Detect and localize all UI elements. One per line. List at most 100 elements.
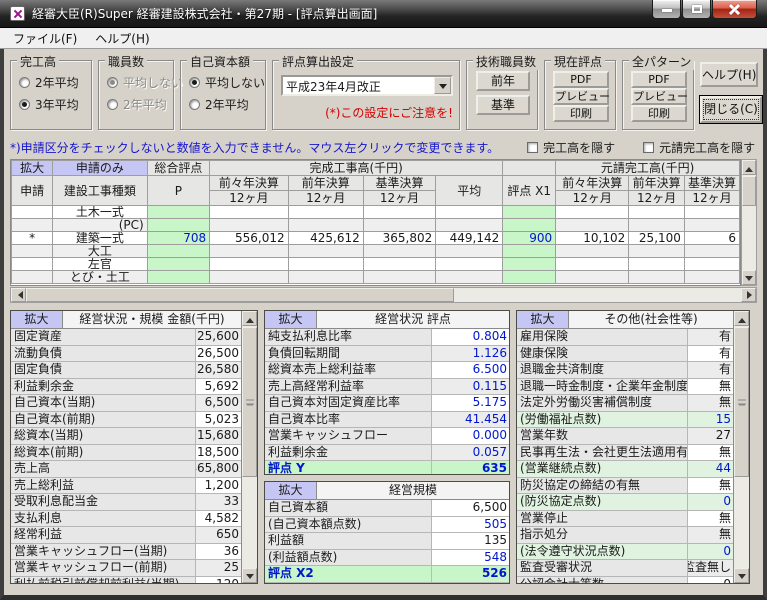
panel-row[interactable]: 退職金共済制度 有 (517, 362, 733, 379)
grid-cell-y2[interactable] (209, 205, 289, 219)
grid-cell-p[interactable] (146, 257, 211, 271)
panel-row[interactable]: 営業停止 無 (517, 510, 733, 527)
scroll-up-button[interactable] (242, 311, 257, 326)
panel-row[interactable]: 営業キャッシュフロー(当期) 36 (11, 543, 241, 560)
panel-row[interactable]: 自己資本額 6,500 (265, 500, 509, 517)
scroll-up-button[interactable] (742, 160, 756, 175)
panel-row[interactable]: 退職一時金制度・企業年金制度無 (517, 378, 733, 395)
grid-cell-base[interactable] (362, 244, 437, 258)
panel-row[interactable]: (自己資本額点数) 505 (265, 516, 509, 533)
panel-row[interactable]: 自己資本比率 41.454 (265, 411, 509, 428)
maximize-button[interactable] (682, 0, 711, 19)
panel-row[interactable]: 営業年数 27 (517, 428, 733, 445)
grid-cell-base[interactable]: 365,802 (362, 231, 437, 245)
grid-cell-type[interactable]: (PC) (52, 218, 148, 232)
scroll-down-button[interactable] (742, 270, 756, 285)
panel-row[interactable]: 負債回転期間 1.126 (265, 345, 509, 362)
grid-cell-py2[interactable] (555, 205, 630, 219)
grid-cell-apply[interactable] (11, 218, 54, 232)
expand-button[interactable]: 拡大 (517, 311, 569, 328)
grid-cell-x1[interactable]: 900 (502, 231, 557, 245)
grid-cell-y1[interactable] (287, 244, 364, 258)
apply-only-header-button[interactable]: 申請のみ (52, 160, 148, 176)
help-button[interactable]: ヘルプ(H) (700, 62, 758, 87)
expand-button[interactable]: 拡大 (11, 311, 63, 328)
grid-cell-base[interactable] (362, 218, 437, 232)
panel-row[interactable]: 指示処分 無 (517, 527, 733, 544)
panel-row[interactable]: 売上高 465,800 (11, 461, 241, 478)
grid-cell-y1[interactable] (287, 270, 364, 284)
current-pdf-button[interactable]: PDF (553, 71, 609, 88)
grid-cell-x1[interactable] (502, 257, 557, 271)
grid-cell-y2[interactable]: 556,012 (209, 231, 289, 245)
panel-row[interactable]: 利払前税引前償却前利益(当期)120 (11, 576, 241, 583)
grid-cell-type[interactable]: 土木一式 (52, 205, 148, 219)
scroll-left-button[interactable] (11, 288, 26, 302)
scroll-track[interactable] (454, 288, 741, 302)
current-preview-button[interactable]: プレビュー (553, 88, 610, 105)
hide-prime-checkbox[interactable]: 元請完工高を隠す (643, 139, 755, 156)
grid-cell-pb[interactable] (683, 218, 740, 232)
grid-cell-py2[interactable]: 10,102 (555, 231, 630, 245)
minimize-button[interactable] (652, 0, 681, 19)
close-button[interactable] (712, 0, 757, 19)
menu-file[interactable]: ファイル(F) (4, 28, 86, 49)
menu-help[interactable]: ヘルプ(H) (86, 28, 158, 49)
grid-cell-pb[interactable] (683, 270, 740, 284)
grid-cell-apply[interactable] (11, 270, 54, 284)
grid-cell-py1[interactable] (628, 257, 685, 271)
grid-cell-py1[interactable] (628, 205, 685, 219)
panel-row[interactable]: 利益額 135 (265, 533, 509, 550)
grid-cell-py1[interactable]: 25,100 (628, 231, 685, 245)
grid-cell-avg[interactable] (435, 257, 504, 271)
grid-cell-type[interactable]: 左官 (52, 257, 148, 271)
panel-row[interactable]: 経常利益 650 (11, 527, 241, 544)
grid-cell-base[interactable] (362, 270, 437, 284)
grid-cell-y1[interactable]: 425,612 (287, 231, 364, 245)
grid-cell-avg[interactable] (435, 205, 504, 219)
grid-cell-py2[interactable] (555, 218, 630, 232)
close-screen-button[interactable]: 閉じる(C) (700, 96, 762, 123)
grid-vertical-scrollbar[interactable] (741, 159, 757, 286)
grid-cell-apply[interactable]: * (11, 231, 54, 245)
app-icon[interactable] (10, 6, 25, 21)
grid-cell-y2[interactable] (209, 218, 289, 232)
grid-cell-y2[interactable] (209, 270, 289, 284)
grid-cell-x1[interactable] (502, 205, 557, 219)
grid-cell-y1[interactable] (287, 218, 364, 232)
panel-row[interactable]: 営業キャッシュフロー 0.000 (265, 428, 509, 445)
panel-row[interactable]: (法令遵守状況点数) 0 (517, 543, 733, 560)
panel-row[interactable]: 売上総利益 1,200 (11, 477, 241, 494)
radio-capital-2yr[interactable]: 2年平均 (189, 93, 259, 115)
grid-cell-y1[interactable] (287, 205, 364, 219)
panel-row[interactable]: 民事再生法・会社更生法適用有無無 (517, 444, 733, 461)
panel-row[interactable]: 評点 X2 526 (265, 566, 509, 583)
scroll-track[interactable] (734, 477, 749, 568)
panel-row[interactable]: (防災協定点数) 0 (517, 494, 733, 511)
grid-cell-type[interactable]: 大工 (52, 244, 148, 258)
grid-cell-py2[interactable] (555, 244, 630, 258)
panel-row[interactable]: 総資本(前期) 18,500 (11, 444, 241, 461)
grid-cell-pb[interactable] (683, 257, 740, 271)
grid-cell-type[interactable]: 建築一式 (52, 231, 148, 245)
prev-year-button[interactable]: 前年 (476, 71, 530, 91)
radio-capital-none[interactable]: 平均しない (189, 71, 265, 93)
scroll-up-button[interactable] (734, 311, 749, 326)
grid-cell-y2[interactable] (209, 244, 289, 258)
scroll-track[interactable] (742, 206, 756, 270)
radio-sales-2yr[interactable]: 2年平均 (19, 71, 85, 93)
panel-row[interactable]: 自己資本対固定資産比率 5.175 (265, 395, 509, 412)
grid-cell-avg[interactable]: 449,142 (435, 231, 504, 245)
grid-cell-type[interactable]: とび・土工 (52, 270, 148, 284)
grid-horizontal-scrollbar[interactable] (10, 287, 757, 303)
grid-cell-base[interactable] (362, 205, 437, 219)
grid-cell-p[interactable] (146, 244, 211, 258)
panel-row[interactable]: 自己資本(当期) 6,500 (11, 395, 241, 412)
panel-row[interactable]: 自己資本(前期) 5,023 (11, 411, 241, 428)
grid-cell-avg[interactable] (435, 270, 504, 284)
grid-cell-x1[interactable] (502, 244, 557, 258)
grid-cell-p[interactable] (146, 270, 211, 284)
grid-cell-apply[interactable] (11, 257, 54, 271)
panel-row[interactable]: (労働福祉点数) 15 (517, 411, 733, 428)
scroll-thumb[interactable] (242, 327, 257, 477)
